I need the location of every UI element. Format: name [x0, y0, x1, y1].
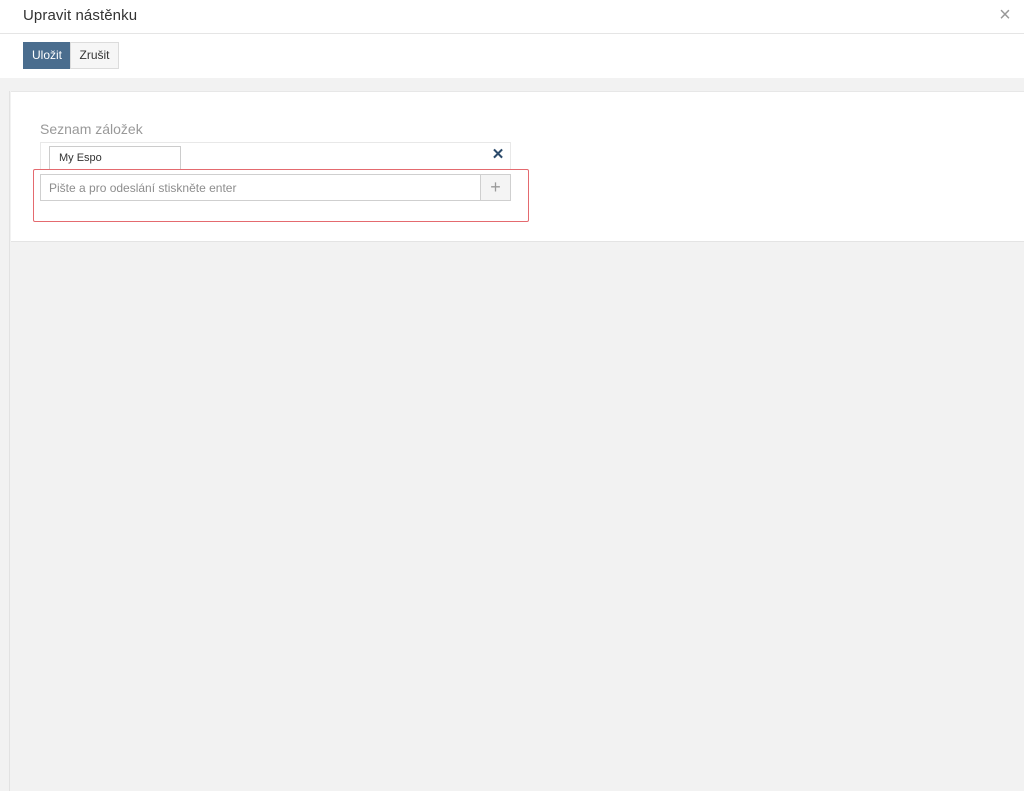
divider-strip	[0, 78, 1024, 91]
toolbar: Uložit Zrušit	[0, 34, 1024, 78]
tab-list: My Espo ✕	[40, 142, 511, 170]
edit-dashboard-modal: Upravit nástěnku × Uložit Zrušit Seznam …	[0, 0, 1024, 791]
tabs-field-label: Seznam záložek	[40, 121, 143, 137]
form-panel: Seznam záložek My Espo ✕ +	[11, 91, 1024, 242]
close-icon[interactable]: ×	[995, 5, 1015, 25]
new-tab-input-group: +	[40, 174, 511, 201]
left-rail	[0, 91, 10, 791]
cancel-button[interactable]: Zrušit	[70, 42, 119, 69]
modal-header: Upravit nástěnku ×	[0, 0, 1024, 34]
plus-icon[interactable]: +	[480, 174, 511, 201]
remove-icon[interactable]: ✕	[491, 147, 505, 162]
modal-title: Upravit nástěnku	[23, 7, 138, 24]
empty-content-area	[11, 242, 1024, 791]
new-tab-input[interactable]	[40, 174, 481, 201]
tab-item-my-espo[interactable]: My Espo	[49, 146, 181, 170]
save-button[interactable]: Uložit	[23, 42, 71, 69]
